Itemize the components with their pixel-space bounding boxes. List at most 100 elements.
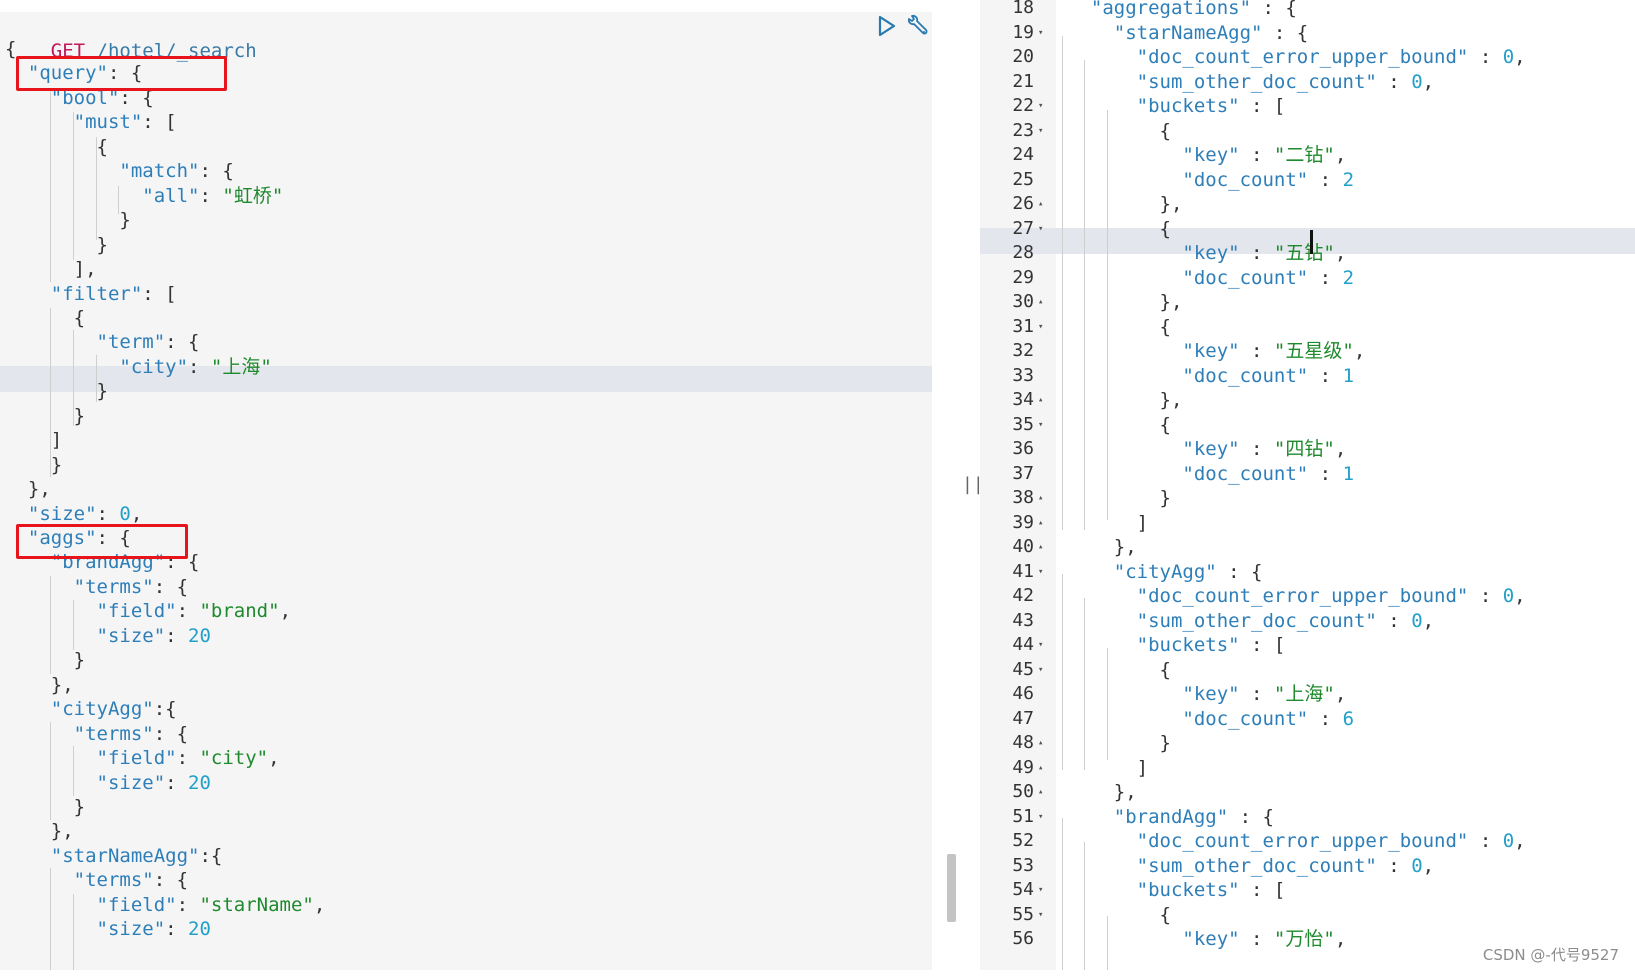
- fold-collapse-icon[interactable]: ▾: [1038, 804, 1043, 830]
- code-token: : {: [1216, 560, 1263, 583]
- line-number: 46: [1012, 683, 1034, 704]
- indent-guide: [73, 330, 74, 426]
- response-line: 39 ▴ ]: [980, 510, 1635, 536]
- code-text: "doc_count" : 1: [1068, 363, 1354, 389]
- fold-expand-icon[interactable]: ▴: [1038, 755, 1043, 781]
- code-token: 0: [1502, 585, 1515, 607]
- query-highlight-box: [16, 56, 227, 91]
- code-text: "terms": {: [5, 867, 188, 893]
- code-token: ]: [1068, 511, 1149, 534]
- code-text: "sum_other_doc_count" : 0,: [1068, 608, 1434, 634]
- code-text: "field": "brand",: [5, 598, 292, 624]
- code-token: : {: [1251, 0, 1297, 19]
- indent-guide: [73, 112, 74, 260]
- fold-collapse-icon[interactable]: ▾: [1038, 118, 1043, 144]
- fold-collapse-icon[interactable]: ▾: [1038, 412, 1043, 438]
- fold-expand-icon[interactable]: ▴: [1038, 510, 1043, 536]
- indent-guide: [1062, 818, 1063, 970]
- fold-expand-icon[interactable]: ▴: [1038, 779, 1043, 805]
- code-text: "all": "虹桥": [5, 183, 283, 209]
- code-token: "size": [96, 918, 166, 941]
- fold-collapse-icon[interactable]: ▾: [1038, 93, 1043, 119]
- line-number: 30: [1012, 291, 1034, 312]
- code-token: ,: [1514, 830, 1526, 852]
- fold-expand-icon[interactable]: ▴: [1038, 387, 1043, 413]
- code-token: "aggregations": [1090, 0, 1252, 19]
- fold-collapse-icon[interactable]: ▾: [1038, 902, 1043, 928]
- fold-expand-icon[interactable]: ▴: [1038, 289, 1043, 315]
- code-token: :: [1239, 340, 1274, 362]
- line-number: 44: [1012, 634, 1034, 655]
- line-number: 21: [1012, 70, 1034, 92]
- response-line: 27 ▾ {: [980, 216, 1635, 242]
- line-number: 48: [1012, 732, 1034, 753]
- response-line: 54 ▾ "buckets" : [: [980, 877, 1635, 903]
- code-text: "starNameAgg":{: [5, 843, 223, 869]
- code-token: "doc_count": [1182, 364, 1309, 387]
- line-number: 40: [1012, 536, 1034, 557]
- code-token: 20: [188, 624, 211, 647]
- play-icon[interactable]: [876, 14, 898, 42]
- request-line[interactable]: GET /hotel/_search: [5, 12, 257, 62]
- wrench-icon[interactable]: [904, 14, 930, 44]
- fold-expand-icon[interactable]: ▴: [1038, 730, 1043, 756]
- code-token: :: [1376, 854, 1412, 877]
- fold-collapse-icon[interactable]: ▾: [1038, 559, 1043, 585]
- code-text: },: [1068, 289, 1183, 315]
- line-number: 42: [1012, 585, 1034, 606]
- response-line: 50 ▴ },: [980, 779, 1635, 805]
- code-token: "四钻": [1273, 438, 1335, 460]
- fold-collapse-icon[interactable]: ▾: [1038, 657, 1043, 683]
- code-token: :: [1376, 609, 1412, 632]
- line-number: 29: [1012, 266, 1034, 288]
- code-token: "terms": [73, 869, 154, 892]
- code-text: }: [5, 452, 62, 478]
- response-viewer[interactable]: 18 "aggregations" : {19 ▾ "starNameAgg" :…: [980, 0, 1635, 970]
- code-token: ]: [1068, 756, 1149, 779]
- code-token: },: [1068, 389, 1183, 411]
- code-token: "city": [199, 747, 269, 770]
- fold-expand-icon[interactable]: ▴: [1038, 534, 1043, 560]
- code-token: },: [5, 478, 51, 501]
- code-token: {: [5, 38, 17, 60]
- code-token: "buckets": [1136, 634, 1240, 656]
- fold-collapse-icon[interactable]: ▾: [1038, 632, 1043, 658]
- indent-guide: [1084, 60, 1085, 530]
- scrollbar-thumb[interactable]: [947, 854, 956, 922]
- code-text: "sum_other_doc_count" : 0,: [1068, 69, 1434, 95]
- request-editor[interactable]: GET /hotel/_search { "query": { "bool": …: [0, 0, 932, 970]
- code-token: {: [5, 306, 86, 329]
- indent-guide: [73, 746, 74, 796]
- code-token: "must": [73, 111, 143, 134]
- code-token: :: [199, 184, 223, 207]
- line-number: 27: [1012, 217, 1034, 239]
- fold-expand-icon[interactable]: ▴: [1038, 485, 1043, 511]
- code-token: :: [1239, 242, 1274, 264]
- code-token: "key": [1182, 242, 1240, 264]
- fold-collapse-icon[interactable]: ▾: [1038, 314, 1043, 340]
- code-text: },: [5, 818, 74, 844]
- code-text: {: [5, 36, 16, 62]
- code-token: },: [5, 820, 74, 843]
- response-line: 37 "doc_count" : 1: [980, 461, 1635, 487]
- code-token: {: [5, 135, 108, 158]
- line-number: 28: [1012, 242, 1034, 263]
- code-text: "key" : "四钻",: [1068, 436, 1346, 462]
- fold-collapse-icon[interactable]: ▾: [1038, 216, 1043, 242]
- code-token: ,: [1422, 70, 1435, 93]
- code-token: "city": [119, 355, 189, 378]
- fold-expand-icon[interactable]: ▴: [1038, 191, 1043, 217]
- fold-collapse-icon[interactable]: ▾: [1038, 20, 1043, 46]
- code-text: }: [5, 378, 108, 404]
- code-token: }: [5, 453, 63, 476]
- code-token: :: [1468, 585, 1503, 607]
- fold-collapse-icon[interactable]: ▾: [1038, 877, 1043, 903]
- line-number: 47: [1012, 707, 1034, 729]
- response-line: 47 "doc_count" : 6: [980, 706, 1635, 732]
- code-text: "cityAgg":{: [5, 696, 177, 722]
